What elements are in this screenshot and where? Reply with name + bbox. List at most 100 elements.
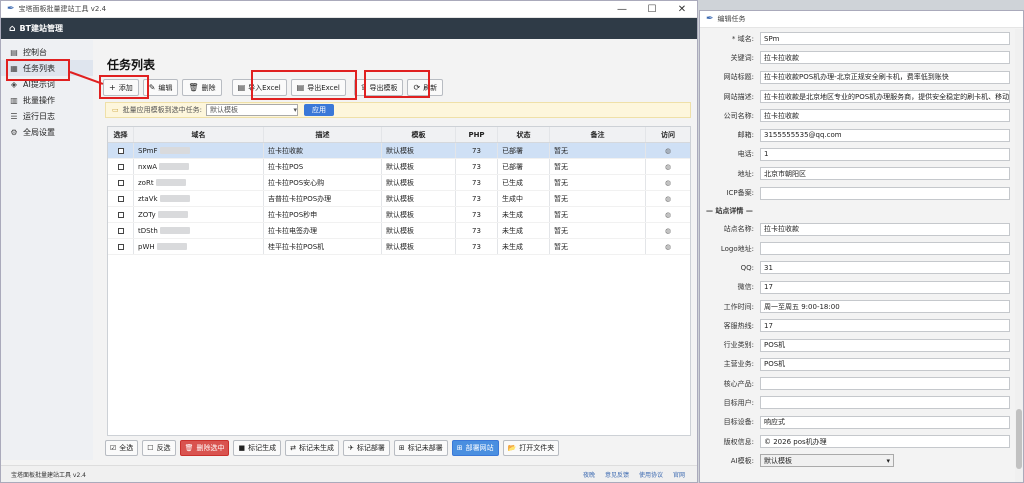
- table-row[interactable]: zoRt 拉卡拉POS安心购 默认模板 73 已生成 暂无 ◍: [108, 175, 690, 191]
- globe-icon[interactable]: ◍: [665, 147, 671, 155]
- status-cell: 已部署: [498, 143, 550, 158]
- apply-button[interactable]: 应用: [303, 104, 334, 116]
- table-row[interactable]: tDSth 拉卡拉电签办理 默认模板 73 未生成 暂无 ◍: [108, 223, 690, 239]
- col-php[interactable]: PHP: [456, 127, 498, 142]
- table-header: 选择 域名 描述 模板 PHP 状态 备注 访问: [108, 127, 690, 143]
- col-status[interactable]: 状态: [498, 127, 550, 142]
- field-input[interactable]: [760, 396, 1010, 410]
- col-desc[interactable]: 描述: [264, 127, 382, 142]
- sidebar-item-dashboard[interactable]: ▤ 控制台: [1, 44, 93, 60]
- globe-icon[interactable]: ◍: [665, 211, 671, 219]
- table-row[interactable]: nxwA 拉卡拉POS 默认模板 73 已部署 暂无 ◍: [108, 159, 690, 175]
- globe-icon[interactable]: ◍: [665, 179, 671, 187]
- add-label: 添加: [118, 83, 133, 92]
- table-row[interactable]: SPmF 拉卡拉收款 默认模板 73 已部署 暂无 ◍: [108, 143, 690, 159]
- mark-deployed-button[interactable]: ✈ 标记部署: [342, 440, 390, 456]
- export-template-button[interactable]: ⇪ 导出模板: [353, 79, 404, 96]
- select-all-button[interactable]: ☑ 全选: [105, 440, 139, 456]
- sidebar-item-batch[interactable]: ▥ 批量操作: [1, 92, 93, 108]
- globe-icon[interactable]: ◍: [665, 243, 671, 251]
- field-input[interactable]: 31: [760, 261, 1010, 275]
- status-cell: 未生成: [498, 207, 550, 222]
- table-row[interactable]: ZOTy 拉卡拉POS秒申 默认模板 73 未生成 暂无 ◍: [108, 207, 690, 223]
- export-excel-button[interactable]: ▤ 导出Excel: [290, 79, 346, 96]
- globe-icon[interactable]: ◍: [665, 227, 671, 235]
- form-row: 邮箱: 3155555535@qq.com: [700, 125, 1023, 144]
- field-input[interactable]: 拉卡拉收款: [760, 109, 1010, 123]
- field-input[interactable]: 17: [760, 319, 1010, 333]
- domain-cell: nxwA: [134, 159, 264, 174]
- desc-cell: 桂平拉卡拉POS机: [264, 239, 382, 254]
- field-input[interactable]: 拉卡拉收款: [760, 222, 1010, 236]
- field-input[interactable]: 17: [760, 280, 1010, 294]
- sidebar-item-ai-prompts[interactable]: ◈ AI提示词: [1, 76, 93, 92]
- field-input[interactable]: POS机: [760, 357, 1010, 371]
- col-visit[interactable]: 访问: [646, 127, 690, 142]
- field-input[interactable]: © 2026 pos机办理: [760, 435, 1010, 449]
- field-input[interactable]: 响应式: [760, 415, 1010, 429]
- col-note[interactable]: 备注: [550, 127, 646, 142]
- col-template[interactable]: 模板: [382, 127, 456, 142]
- table-row[interactable]: pWH 桂平拉卡拉POS机 默认模板 73 未生成 暂无 ◍: [108, 239, 690, 255]
- mark-not-deployed-button[interactable]: ⊞ 标记未部署: [393, 440, 448, 456]
- col-select[interactable]: 选择: [108, 127, 134, 142]
- night-mode-link[interactable]: 夜晚: [583, 470, 595, 479]
- field-input[interactable]: SPm: [760, 32, 1010, 46]
- scrollbar[interactable]: [1015, 29, 1023, 482]
- mark-generated-button[interactable]: ■ 标记生成: [233, 440, 282, 456]
- website-link[interactable]: 官网: [673, 470, 685, 479]
- edit-task-window: ✒ 编辑任务 * 域名: SPm 关键词: 拉卡拉收款 网站标题: 拉卡拉收款POS机办理…: [699, 10, 1024, 483]
- row-checkbox[interactable]: [117, 179, 124, 186]
- sidebar-item-logs[interactable]: ☰ 运行日志: [1, 108, 93, 124]
- invert-selection-button[interactable]: ☐ 反选: [142, 440, 176, 456]
- field-input[interactable]: [760, 377, 1010, 391]
- edit-button[interactable]: ✎ 编辑: [142, 79, 179, 96]
- deploy-site-button[interactable]: ⊞ 部署网站: [451, 440, 499, 456]
- field-input[interactable]: 北京市朝阳区: [760, 167, 1010, 181]
- import-excel-button[interactable]: ▤ 导入Excel: [231, 79, 287, 96]
- row-checkbox[interactable]: [117, 163, 124, 170]
- open-folder-button[interactable]: 📂 打开文件夹: [502, 440, 560, 456]
- feedback-link[interactable]: 意见反馈: [605, 470, 629, 479]
- domain-cell: ZOTy: [134, 207, 264, 222]
- status-cell: 已部署: [498, 159, 550, 174]
- row-checkbox-cell: [108, 143, 134, 158]
- add-button[interactable]: + 添加: [103, 79, 139, 96]
- delete-selected-button[interactable]: 🗑 删除选中: [179, 440, 230, 456]
- maximize-button[interactable]: ☐: [637, 1, 667, 18]
- field-input[interactable]: 周一至周五 9:00-18:00: [760, 300, 1010, 313]
- row-checkbox[interactable]: [117, 211, 124, 218]
- field-input[interactable]: 拉卡拉收款是北京地区专业的POS机办理服务商，提供安全稳定的刷卡机、移动P: [760, 90, 1010, 104]
- field-label: 公司名称:: [723, 111, 754, 120]
- field-input[interactable]: 3155555535@qq.com: [760, 128, 1010, 142]
- table-row[interactable]: ztaVk 吉普拉卡拉POS办理 默认模板 73 生成中 暂无 ◍: [108, 191, 690, 207]
- col-domain[interactable]: 域名: [134, 127, 264, 142]
- close-button[interactable]: ✕: [667, 1, 697, 18]
- row-checkbox[interactable]: [117, 147, 124, 154]
- select-all-label: 全选: [119, 444, 134, 452]
- main-window: ✒ 宝塔面板批量建站工具 v2.4 — ☐ ✕ ⌂ BT建站管理 ▤ 控制台 ▦ 任…: [0, 0, 698, 483]
- scrollbar-thumb[interactable]: [1016, 409, 1022, 469]
- field-input[interactable]: [760, 242, 1010, 256]
- template-select[interactable]: 默认模板 ▾: [205, 104, 298, 116]
- sidebar-item-settings[interactable]: ⚙ 全局设置: [1, 124, 93, 140]
- row-checkbox[interactable]: [117, 195, 124, 202]
- row-checkbox[interactable]: [117, 243, 124, 250]
- ai-template-select[interactable]: 默认模板 ▾: [760, 454, 894, 468]
- field-input[interactable]: 拉卡拉收款POS机办理-北京正规安全刷卡机，费率低到账快: [760, 70, 1010, 84]
- globe-icon[interactable]: ◍: [665, 195, 671, 203]
- field-input[interactable]: [760, 186, 1010, 200]
- template-cell: 默认模板: [382, 175, 456, 190]
- field-input[interactable]: 拉卡拉收款: [760, 51, 1010, 65]
- field-input[interactable]: 1: [760, 147, 1010, 161]
- desc-cell: 拉卡拉POS安心购: [264, 175, 382, 190]
- terms-link[interactable]: 使用协议: [639, 470, 663, 479]
- row-checkbox[interactable]: [117, 227, 124, 234]
- minimize-button[interactable]: —: [607, 1, 637, 18]
- delete-button[interactable]: 🗑 删除: [182, 79, 222, 96]
- mark-not-generated-button[interactable]: ⇄ 标记未生成: [285, 440, 339, 456]
- refresh-button[interactable]: ⟳ 刷新: [407, 79, 444, 96]
- form-row: 微信: 17: [700, 278, 1023, 297]
- field-input[interactable]: POS机: [760, 338, 1010, 352]
- globe-icon[interactable]: ◍: [665, 163, 671, 171]
